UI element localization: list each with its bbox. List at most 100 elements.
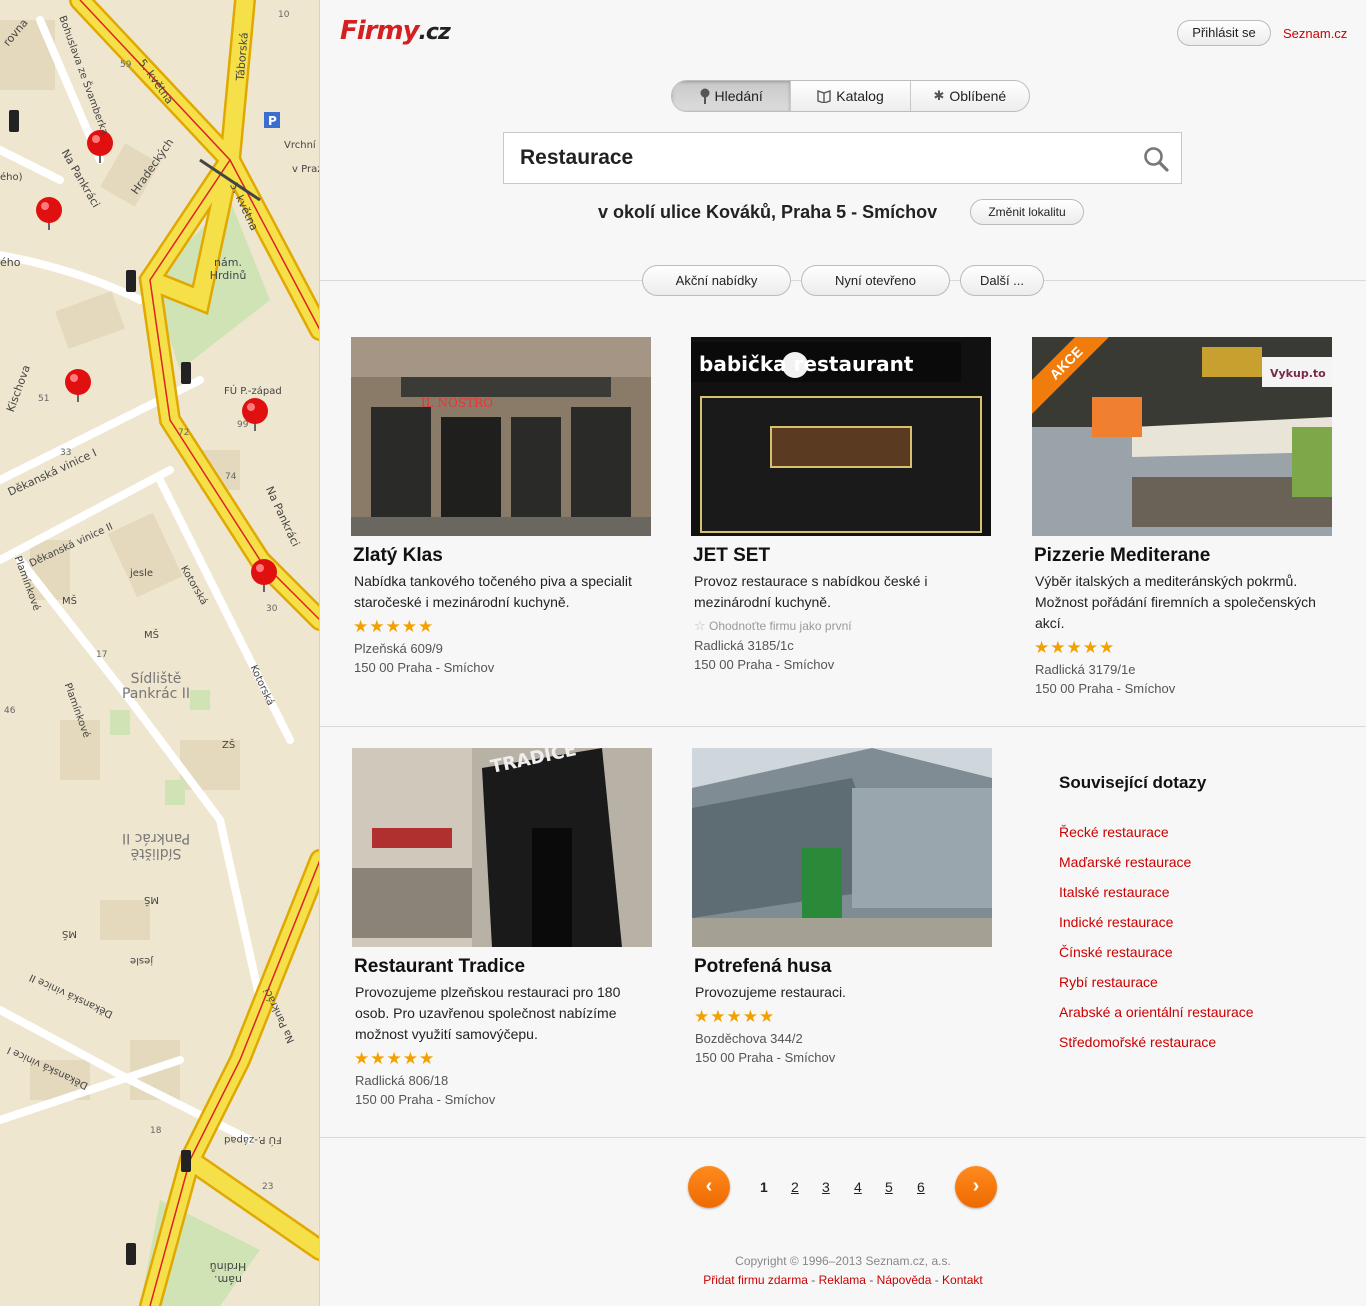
locality-text: v okolí ulice Kováků, Praha 5 - Smíchov [598,202,938,222]
footer: Copyright © 1996–2013 Seznam.cz, a.s. Př… [320,1253,1366,1289]
zlaty-klas-photo: IL NOSTRO [351,337,651,536]
next-page-button[interactable]: › [955,1166,997,1208]
tab-hledani[interactable]: Hledání [672,81,792,111]
related-link[interactable]: Maďarské restaurace [1059,847,1254,877]
result-title[interactable]: JET SET [693,545,1011,567]
result-card[interactable]: Potrefená husa Provozujeme restauraci. ★… [692,748,1012,1067]
footer-separator: - [931,1273,943,1287]
pin-icon [700,88,710,104]
footer-links: Přidat firmu zdarma - Reklama - Nápověda… [320,1271,1366,1289]
rate-first-link[interactable]: ☆ Ohodnoťte firmu jako první [694,618,1011,634]
rating-stars[interactable]: ★★★★★ [1034,638,1352,658]
photo-sign: babička restaurant [699,352,914,376]
result-title[interactable]: Zlatý Klas [353,545,671,567]
map-ms-label: MŠ [62,596,77,607]
footer-link-napoveda[interactable]: Nápověda [877,1273,932,1287]
map-street-label: v Praz [292,164,320,175]
rating-stars[interactable]: ★★★★★ [353,617,671,637]
related-link[interactable]: Arabské a orientální restaurace [1059,997,1254,1027]
result-photo[interactable]: babička restaurant [691,337,991,536]
related-link[interactable]: Středomořské restaurace [1059,1027,1254,1057]
page-4[interactable]: 4 [854,1179,862,1195]
footer-separator: - [865,1273,877,1287]
filter-nyni-otevreno[interactable]: Nyní otevřeno [801,265,950,296]
page-1: 1 [760,1179,768,1195]
footer-link-reklama[interactable]: Reklama [819,1273,866,1287]
map-street-label: FÚ P.-západ [224,386,282,397]
map-street-label: Vrchní zastupit [284,140,319,151]
related-link[interactable]: Indické restaurace [1059,907,1254,937]
filter-akcni-nabidky[interactable]: Akční nabídky [642,265,791,296]
copyright: Copyright © 1996–2013 Seznam.cz, a.s. [735,1254,951,1268]
map-jesle-label: jesle [130,955,154,966]
tab-oblibene[interactable]: ✱ Oblíbené [911,81,1029,111]
search-input[interactable] [504,133,1134,183]
tab-katalog[interactable]: Katalog [791,81,911,111]
map-ms-label: MŠ [144,894,159,905]
result-street: Radlická 3179/1e [1035,662,1136,677]
tab-label: Katalog [836,88,884,104]
search-icon[interactable] [1143,146,1169,172]
divider [320,726,1366,727]
result-desc: Provoz restaurace s nabídkou české i mez… [694,573,928,610]
rating-stars[interactable]: ★★★★★ [354,1049,672,1069]
map-jesle-label: jesle [130,568,154,579]
result-card[interactable]: IL NOSTRO Zlatý Klas Nabídka tankového t… [351,337,671,677]
result-city: 150 00 Praha - Smíchov [354,660,495,675]
result-city: 150 00 Praha - Smíchov [1035,681,1176,696]
result-photo[interactable]: TRADICE [352,748,652,947]
rating-stars[interactable]: ★★★★★ [694,1007,1012,1027]
result-photo[interactable]: IL NOSTRO [351,337,651,536]
result-photo[interactable]: Vykup.to AKCE [1032,337,1332,536]
footer-separator: - [807,1273,819,1287]
login-button[interactable]: Přihlásit se [1177,20,1271,46]
photo-sign: Vykup.to [1270,367,1326,380]
tradice-photo: TRADICE [352,748,652,947]
result-photo[interactable] [692,748,992,947]
book-icon [817,90,831,103]
result-card[interactable]: babička restaurant JET SET Provoz restau… [691,337,1011,674]
map-ms-label: MŠ [62,928,77,939]
change-locality-button[interactable]: Změnit lokalitu [970,199,1084,225]
filter-dalsi[interactable]: Další ... [960,265,1044,296]
firmy-logo[interactable]: Firmy.cz [340,16,451,46]
page-5[interactable]: 5 [885,1179,893,1195]
result-street: Bozděchova 344/2 [695,1031,803,1046]
result-title[interactable]: Pizzerie Mediterane [1034,545,1352,567]
potrefena-husa-photo [692,748,992,947]
logo-tld: .cz [418,20,451,45]
result-desc: Nabídka tankového točeného piva a specia… [354,573,632,610]
footer-link-add-firm[interactable]: Přidat firmu zdarma [703,1273,808,1287]
related-link[interactable]: Rybí restaurace [1059,967,1254,997]
result-desc: Výběr italských a mediteránských pokrmů.… [1035,573,1316,631]
result-title[interactable]: Potrefená husa [694,956,1012,978]
page-3[interactable]: 3 [822,1179,830,1195]
related-link[interactable]: Čínské restaurace [1059,937,1254,967]
related-link[interactable]: Řecké restaurace [1059,817,1254,847]
prev-page-button[interactable]: ‹ [688,1166,730,1208]
related-queries: Související dotazy Řecké restaurace Maďa… [1059,773,1254,1057]
result-title[interactable]: Restaurant Tradice [354,956,672,978]
divider [320,1137,1366,1138]
map-district-label: Sídliště Pankrác II [121,671,191,702]
result-card[interactable]: Vykup.to AKCE Pizzerie Mediterane Výběr … [1032,337,1352,698]
map-street-label: ého) [0,172,23,183]
page-2[interactable]: 2 [791,1179,799,1195]
tab-label: Hledání [714,88,763,104]
seznam-link[interactable]: Seznam.cz [1283,26,1347,41]
page-6[interactable]: 6 [917,1179,925,1195]
result-desc: Provozujeme restauraci. [695,984,846,1000]
result-street: Radlická 806/18 [355,1073,449,1088]
result-street: Radlická 3185/1c [694,638,794,653]
rate-first-label: Ohodnoťte firmu jako první [709,619,852,633]
photo-sign: IL NOSTRO [421,396,493,410]
related-title: Související dotazy [1059,773,1207,792]
related-link[interactable]: Italské restaurace [1059,877,1254,907]
map-panel[interactable]: P rovna 5. května Táborská Bohuslava ze … [0,0,320,1306]
result-city: 150 00 Praha - Smíchov [695,1050,836,1065]
map-canvas[interactable]: P [0,0,320,1306]
empty-star-icon: ☆ [694,618,706,633]
star-icon: ✱ [933,88,945,103]
result-card[interactable]: TRADICE Restaurant Tradice Provozujeme p… [352,748,672,1109]
footer-link-kontakt[interactable]: Kontakt [942,1273,983,1287]
